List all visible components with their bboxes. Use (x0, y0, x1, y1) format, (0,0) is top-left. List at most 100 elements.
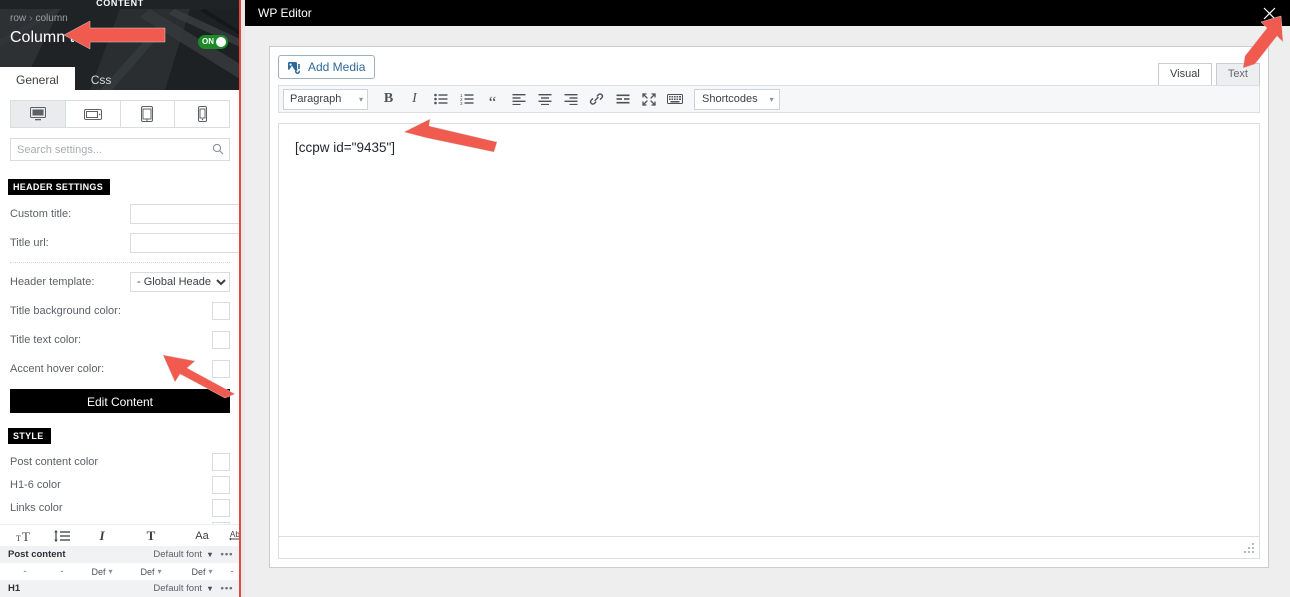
editor-content-text[interactable]: [ccpw id="9435"] (279, 124, 1259, 155)
sidebar-resize-handle[interactable] (239, 0, 241, 597)
font-size-icon[interactable]: TT (4, 529, 46, 543)
typography-table: TT I T Aa Ab Post content Default font ▾… (0, 524, 240, 597)
close-icon[interactable] (1256, 0, 1282, 26)
field-title-url: Title url: (10, 233, 240, 253)
field-title-text-color-label: Title text color: (10, 334, 82, 346)
typography-value-line-height[interactable]: - (46, 566, 78, 577)
typography-row-post-content[interactable]: Post content Default font ▾ ••• (0, 546, 240, 563)
tab-css[interactable]: Css (75, 67, 128, 90)
screen: CONTENT row › column Column text ON Gene… (0, 0, 1290, 597)
header-template-select[interactable]: - Global Header - (130, 272, 230, 292)
typography-row-h1[interactable]: H1 Default font ▾ ••• (0, 580, 240, 597)
toolbar-toggle-button[interactable] (662, 87, 687, 111)
typography-value-font-size[interactable]: - (4, 566, 46, 577)
post-content-color-swatch[interactable] (212, 452, 230, 471)
links-color-swatch[interactable] (212, 498, 230, 517)
typography-value-bold-text: Def (140, 566, 155, 577)
chevron-down-icon: ▾ (208, 567, 213, 576)
device-mobile-button[interactable] (175, 101, 229, 127)
editor-top-bar: Add Media Visual Text (270, 47, 1268, 85)
typography-value-letter-spacing[interactable]: - (228, 566, 236, 577)
chevron-down-icon[interactable]: ▾ (202, 550, 218, 559)
svg-text:T: T (16, 534, 21, 543)
mobile-icon (197, 106, 207, 122)
breadcrumb-current[interactable]: column (35, 13, 67, 24)
field-title-background-color-label: Title background color: (10, 305, 121, 317)
align-left-button[interactable] (506, 87, 531, 111)
typography-value-italic[interactable]: Def ▾ (78, 567, 126, 577)
sidebar-hero: row › column Column text ON General Css (0, 9, 240, 90)
wp-editor-panel: Add Media Visual Text Paragraph ▾ B I 1 … (269, 46, 1269, 568)
resize-grip-icon[interactable] (1244, 543, 1256, 555)
breadcrumb-parent[interactable]: row (10, 13, 26, 24)
field-header-template: Header template: - Global Header - (10, 272, 230, 292)
shortcodes-select[interactable]: Shortcodes ▾ (694, 88, 780, 110)
tab-text[interactable]: Text (1215, 63, 1260, 85)
device-tablet-landscape-button[interactable] (66, 101, 121, 127)
accent-hover-color-swatch[interactable] (212, 360, 230, 378)
chevron-down-icon[interactable]: ▾ (202, 584, 218, 593)
typography-row-menu-icon[interactable]: ••• (218, 583, 236, 594)
typography-value-bold[interactable]: Def ▾ (126, 567, 176, 577)
typography-value-text-transform[interactable]: Def ▾ (176, 567, 228, 577)
fullscreen-button[interactable] (636, 87, 661, 111)
numbered-list-button[interactable]: 123 (454, 87, 479, 111)
page-title: Column text (10, 29, 96, 46)
device-tablet-portrait-button[interactable] (121, 101, 176, 127)
insert-link-button[interactable] (584, 87, 609, 111)
shortcodes-label: Shortcodes (702, 93, 758, 105)
read-more-button[interactable] (610, 87, 635, 111)
typography-value-text-transform-text: Def (191, 566, 206, 577)
modal-title-bar: WP Editor (245, 0, 1290, 26)
field-title-text-color: Title text color: (10, 330, 230, 350)
h1-6-color-swatch[interactable] (212, 475, 230, 494)
sidebar-tabs: General Css (0, 67, 127, 90)
device-desktop-button[interactable] (11, 101, 66, 127)
tab-general[interactable]: General (0, 67, 75, 90)
custom-title-input[interactable] (130, 204, 240, 224)
typography-row-font[interactable]: Default font (134, 549, 202, 560)
edit-content-button[interactable]: Edit Content (10, 389, 230, 413)
align-center-button[interactable] (532, 87, 557, 111)
sidebar-body: HEADER SETTINGS Custom title: Title url:… (0, 100, 240, 572)
editor-toolbar: Paragraph ▾ B I 123 “ Shortcodes ▾ (278, 85, 1260, 113)
style-row-links-color: Links color (10, 496, 230, 519)
format-select-value: Paragraph (290, 93, 342, 105)
field-custom-title: Custom title: (10, 204, 240, 224)
format-select[interactable]: Paragraph ▾ (283, 88, 368, 110)
bulleted-list-button[interactable] (428, 87, 453, 111)
desktop-icon (29, 107, 46, 121)
typography-row-font[interactable]: Default font (134, 583, 202, 594)
content-settings-sidebar: CONTENT row › column Column text ON Gene… (0, 0, 240, 597)
tablet-landscape-icon (83, 108, 102, 120)
editor-content-area[interactable]: [ccpw id="9435"] (278, 123, 1260, 559)
module-enabled-toggle[interactable]: ON (198, 35, 228, 49)
typography-row-menu-icon[interactable]: ••• (218, 549, 236, 560)
title-url-input[interactable] (130, 233, 240, 253)
search-input[interactable] (10, 138, 230, 161)
typography-row-name: Post content (8, 549, 66, 560)
italic-button[interactable]: I (402, 87, 427, 111)
blockquote-button[interactable]: “ (480, 87, 505, 111)
title-background-color-swatch[interactable] (212, 302, 230, 320)
bold-icon[interactable]: T (126, 528, 176, 544)
line-height-icon[interactable] (46, 529, 78, 543)
toggle-knob (216, 37, 226, 47)
bold-button[interactable]: B (376, 87, 401, 111)
typography-header-row: TT I T Aa Ab (0, 524, 240, 546)
section-style: STYLE (8, 428, 51, 444)
modal-title: WP Editor (258, 6, 312, 20)
text-transform-icon[interactable]: Aa (176, 530, 228, 542)
divider (10, 262, 230, 263)
typography-value-italic-text: Def (91, 566, 106, 577)
style-row-label: H1-6 color (10, 478, 61, 491)
tab-visual[interactable]: Visual (1158, 63, 1212, 85)
add-media-button[interactable]: Add Media (278, 55, 376, 79)
chevron-down-icon: ▾ (769, 94, 774, 104)
style-row-h1-6-color: H1-6 color (10, 473, 230, 496)
close-x-glyph (1263, 7, 1275, 19)
title-text-color-swatch[interactable] (212, 331, 230, 349)
italic-icon[interactable]: I (78, 528, 126, 544)
align-right-button[interactable] (558, 87, 583, 111)
search-icon[interactable] (212, 143, 224, 155)
